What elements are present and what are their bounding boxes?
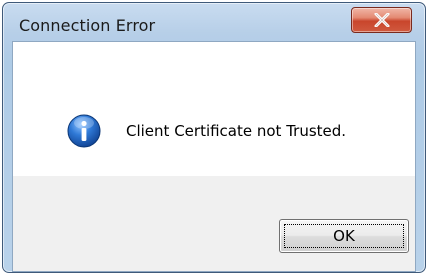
message-area xyxy=(13,42,415,176)
close-button[interactable] xyxy=(351,7,412,33)
window-title: Connection Error xyxy=(19,16,156,35)
error-message: Client Certificate not Trusted. xyxy=(126,122,347,140)
close-x-icon xyxy=(374,13,389,27)
dialog-content: Client Certificate not Trusted. OK xyxy=(12,41,416,272)
ok-button-label: OK xyxy=(333,227,355,245)
info-icon xyxy=(67,114,101,148)
ok-button[interactable]: OK xyxy=(279,219,409,253)
dialog-window: Connection Error Client Certificate not … xyxy=(2,2,426,273)
